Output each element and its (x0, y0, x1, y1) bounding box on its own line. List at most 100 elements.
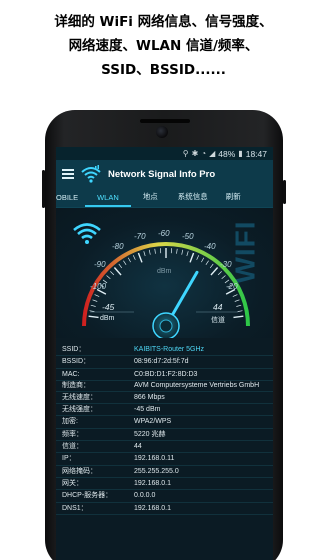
channel-label: 信道 (211, 317, 225, 324)
gauge-tick (186, 251, 189, 257)
info-key: SSID： (62, 346, 86, 353)
info-key: DNS1： (62, 504, 88, 512)
info-row: 频率： 5220 兆赫 (56, 429, 273, 442)
gauge-tick (89, 310, 95, 312)
scale-label-minus-50: -50 (182, 232, 194, 241)
info-value: 866 Mbps (134, 393, 165, 401)
gauge-tick (189, 252, 195, 263)
gauge-tick (232, 294, 238, 297)
tab-system-info[interactable]: 系统信息 (170, 191, 220, 207)
scale-label-minus-40: -40 (204, 242, 216, 251)
info-key: IP： (62, 455, 76, 463)
gauge-tick (118, 263, 123, 269)
gauge-tick (123, 260, 127, 266)
promo-line-1: 详细的 WiFi 网络信息、信号强度、 (54, 14, 273, 30)
location-icon: ⚲ (182, 149, 189, 158)
info-key: MAC: (62, 370, 80, 378)
info-row: 制造商： AVM Computersysteme Vertriebs GmbH (56, 381, 273, 392)
gauge-tick (148, 249, 151, 255)
wifi-status-icon: ◔ (201, 149, 207, 158)
info-key: 信道： (62, 443, 83, 451)
status-bar: ⚲ ✱ ◔ ◢ 48% ▮ 18:47 (56, 147, 273, 160)
gauge-tick (110, 271, 115, 276)
gauge-tick (143, 251, 146, 257)
info-row: BSSID： 08:96:d7:2d:5f:7d (56, 356, 273, 369)
gauge-tick (209, 263, 214, 269)
signal-value: -45 (102, 302, 115, 312)
scale-label-minus-60: -60 (158, 229, 170, 238)
volume-button (42, 170, 45, 208)
battery-icon: ▮ (238, 149, 243, 158)
info-row: 无线强度： -45 dBm (56, 404, 273, 417)
info-value: 255.255.255.0 (134, 467, 179, 475)
scale-label-minus-80: -80 (112, 242, 124, 251)
tab-wlan[interactable]: WLAN (85, 193, 131, 207)
info-value: C0:BD:D1:F2:8D:D3 (134, 370, 198, 378)
info-value: WPA2/WPS (134, 418, 172, 426)
info-value: 192.168.0.1 (134, 479, 171, 487)
info-key: 频率： (62, 430, 83, 438)
tab-refresh[interactable]: 刷新 (220, 191, 241, 207)
battery-percent: 48% (218, 148, 236, 159)
info-row: 加密: WPA2/WPS (56, 416, 273, 429)
gauge-tick (237, 310, 243, 312)
info-value: 5220 兆赫 (134, 430, 166, 438)
scale-label-minus-70: -70 (134, 232, 146, 241)
gauge-tick (106, 275, 111, 280)
info-value: 08:96:d7:2d:5f:7d (134, 358, 189, 366)
gauge-tick (154, 248, 156, 254)
wifi-info-list: SSID： KAIBITS-Router 5GHz BSSID： 08:96:d7:2… (56, 338, 273, 515)
gauge-tick (233, 315, 244, 319)
tab-mobile[interactable]: OBILE (56, 193, 85, 207)
scale-label-minus-20: -20 (226, 282, 238, 291)
info-key: 制造商： (62, 381, 90, 389)
info-row: DNS1： 192.168.0.1 (56, 503, 273, 515)
info-key: 网关： (62, 479, 83, 487)
clock: 18:47 (245, 148, 267, 159)
tab-location[interactable]: 地点 (131, 191, 170, 207)
front-camera (156, 126, 168, 138)
scale-label-minus-90: -90 (94, 260, 106, 269)
app-title: Network Signal Info Pro (108, 168, 216, 180)
gauge-tick (94, 294, 100, 297)
info-key: 无线强度： (62, 406, 97, 414)
power-button (283, 180, 286, 204)
tab-bar: OBILE WLAN 地点 系统信息 刷新 (56, 188, 273, 208)
phone-screen: ⚲ ✱ ◔ ◢ 48% ▮ 18:47 Network Signal Info … (56, 147, 273, 560)
info-key: 加密: (62, 418, 78, 426)
gauge-tick (132, 255, 136, 260)
gauge-tick (236, 304, 242, 307)
info-value: KAIBITS-Router 5GHz (134, 346, 205, 353)
signal-icon: ◢ (209, 149, 216, 158)
info-row: DHCP-服务器： 0.0.0.0 (56, 490, 273, 503)
info-value: 192.168.0.11 (134, 455, 175, 463)
gauge-tick (127, 257, 131, 263)
info-row: 网络掩码： 255.255.255.0 (56, 466, 273, 478)
info-row: 网关： 192.168.0.1 (56, 478, 273, 491)
gauge-tick (205, 260, 209, 266)
gauge-tick (113, 267, 122, 276)
gauge-tick (210, 267, 219, 276)
info-key: 网络掩码： (62, 467, 97, 475)
signal-gauge: WIFI -100 -90 -80 -70 -60 -50 -40 -30 -2… (56, 208, 273, 338)
info-row: 信道： 44 (56, 441, 273, 454)
gauge-tick (196, 255, 200, 260)
menu-icon[interactable] (62, 169, 74, 179)
gauge-tick (88, 315, 99, 319)
wifi-logo-icon (81, 165, 101, 183)
info-value: AVM Computersysteme Vertriebs GmbH (134, 381, 260, 389)
gauge-tick (217, 271, 222, 276)
info-key: 无线速度： (62, 393, 97, 401)
info-row: SSID： KAIBITS-Router 5GHz (56, 344, 273, 357)
scale-label-minus-30: -30 (220, 260, 232, 269)
scale-label-minus-100: -100 (90, 282, 107, 291)
channel-value: 44 (213, 302, 223, 312)
info-row: MAC: C0:BD:D1:F2:8D:D3 (56, 369, 273, 381)
info-value: 0.0.0.0 (134, 492, 156, 500)
signal-unit-label: dBm (100, 315, 115, 322)
earpiece-speaker (140, 119, 190, 123)
info-value: -45 dBm (134, 406, 161, 414)
bluetooth-icon: ✱ (191, 149, 199, 158)
app-bar: Network Signal Info Pro (56, 160, 273, 188)
promo-line-2: 网络速度、WLAN 信道/频率、 (68, 38, 259, 54)
